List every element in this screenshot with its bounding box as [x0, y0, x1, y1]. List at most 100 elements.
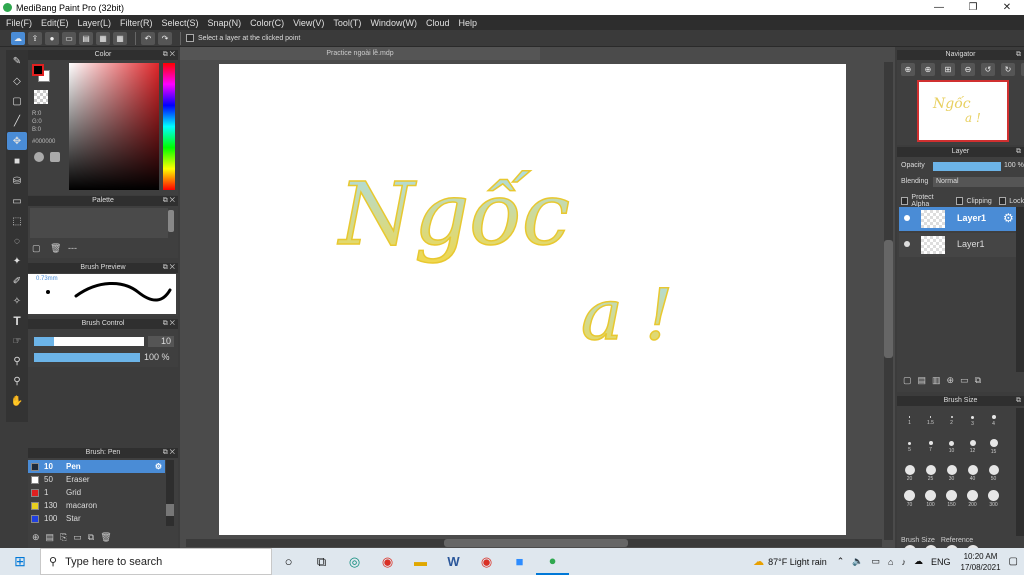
brush-size-cell[interactable]	[941, 512, 962, 538]
tab-reference[interactable]: Reference	[941, 537, 973, 544]
new-halftone-layer-icon[interactable]: ▤	[918, 375, 927, 386]
edge-icon[interactable]: ◎	[338, 548, 371, 575]
lock-checkbox[interactable]	[998, 197, 1007, 205]
brush-size-cell[interactable]: 1.5	[920, 408, 941, 434]
duplicate-icon[interactable]: ⧉	[88, 532, 94, 543]
brush-size-cell[interactable]: 3	[962, 408, 983, 434]
clock[interactable]: 10:20 AM 17/08/2021	[961, 551, 1001, 573]
tab-brush-size[interactable]: Brush Size	[901, 537, 935, 544]
zoom-out-icon[interactable]: ⊖	[961, 63, 975, 76]
menu-help[interactable]: Help	[458, 18, 477, 28]
panel-icon[interactable]: ▭	[62, 31, 76, 45]
canvas-vertical-scrollbar[interactable]	[884, 62, 893, 540]
delete-palette-icon[interactable]: 🗑	[50, 243, 61, 254]
menu-snap[interactable]: Snap(N)	[208, 18, 242, 28]
rectangle-tool-icon[interactable]: ▢	[7, 92, 27, 110]
brush-row[interactable]: 130 macaron	[28, 499, 165, 512]
brush-size-cell[interactable]: 5	[899, 434, 920, 460]
export-icon[interactable]: ⇪	[28, 31, 42, 45]
brush-size-cell[interactable]: 2	[941, 408, 962, 434]
select-pen-icon[interactable]: ✐	[7, 272, 27, 290]
notification-icon[interactable]: ▢	[1009, 556, 1018, 567]
brush-opacity-slider[interactable]	[34, 353, 140, 362]
brush-row[interactable]: 100 Star	[28, 512, 165, 525]
brush-size-cell[interactable]	[899, 512, 920, 538]
brush-size-cell[interactable]: 1	[899, 408, 920, 434]
menu-color[interactable]: Color(C)	[250, 18, 284, 28]
word-icon[interactable]: W	[437, 548, 470, 575]
gradient-tool-icon[interactable]: ▭	[7, 192, 27, 210]
lasso-tool-icon[interactable]: ◌	[7, 232, 27, 250]
new-8bit-layer-icon[interactable]: ▥	[932, 375, 941, 386]
brush-row[interactable]: 1 Grid	[28, 486, 165, 499]
taskbar-search[interactable]: ⚲ Type here to search	[40, 548, 272, 575]
panel-controls-icon[interactable]: ⧉ ✕	[163, 319, 175, 329]
palette-swatch-area[interactable]	[30, 208, 168, 238]
panel-controls-icon[interactable]: ⧉ ✕	[163, 50, 175, 60]
brush-settings-gear-icon[interactable]: ⚙	[155, 462, 162, 471]
color-swatches[interactable]	[32, 64, 50, 82]
duplicate-layer-icon[interactable]: ⧉	[975, 375, 981, 386]
visibility-icon[interactable]	[904, 241, 910, 247]
tray-chevron-icon[interactable]: ⌃	[837, 556, 845, 567]
dropper-tool-icon[interactable]: ⚲	[7, 352, 27, 370]
cloud-icon[interactable]: ☁	[11, 31, 25, 45]
battery-icon[interactable]: ▭	[872, 556, 881, 567]
pen-tool-icon[interactable]: ✎	[7, 52, 27, 70]
panel-controls-icon[interactable]: ⧉ ✕	[163, 263, 175, 273]
brush-size-cell[interactable]: 10	[941, 434, 962, 460]
canvas-paper[interactable]: Ngốc a !	[219, 64, 846, 535]
brush-size-cell[interactable]	[920, 512, 941, 538]
menu-select[interactable]: Select(S)	[162, 18, 199, 28]
onedrive-icon[interactable]: ☁	[914, 556, 923, 567]
menu-layer[interactable]: Layer(L)	[78, 18, 112, 28]
dropper-alt-icon[interactable]: ⚲	[7, 372, 27, 390]
visibility-icon[interactable]	[904, 215, 910, 221]
move-tool-icon[interactable]: ✥	[7, 132, 27, 150]
panel-controls-icon[interactable]: ⧉ ✕	[163, 196, 175, 206]
copy-brush-icon[interactable]: ⎘	[60, 532, 67, 543]
speaker-icon[interactable]: ♪	[901, 557, 906, 567]
canvas-horizontal-scrollbar[interactable]	[186, 539, 882, 547]
brush-size-cell[interactable]: 4	[983, 408, 1004, 434]
layer-row-selected[interactable]: Layer1 ⚙	[899, 207, 1016, 231]
brush-settings-icon[interactable]: ▤	[46, 532, 55, 543]
grid-icon[interactable]: ▦	[96, 31, 110, 45]
hue-slider[interactable]	[163, 63, 175, 190]
layer-opacity-slider[interactable]	[933, 162, 1001, 171]
chrome-icon[interactable]: ◉	[371, 548, 404, 575]
maximize-button[interactable]: ❐	[956, 0, 990, 15]
network-icon[interactable]: ⌂	[888, 557, 893, 567]
panel-controls-icon[interactable]: ⧉	[1016, 396, 1021, 406]
redo-icon[interactable]: ↷	[158, 31, 172, 45]
brush-list-scrollbar[interactable]	[166, 460, 174, 526]
brush-size-cell[interactable]	[983, 512, 1004, 538]
brush-size-cell[interactable]: 200	[962, 486, 983, 512]
brush-size-cell[interactable]: 20	[899, 460, 920, 486]
panel-controls-icon[interactable]: ⧉	[1016, 147, 1021, 157]
folder-icon[interactable]: ▭	[73, 532, 82, 543]
brush-size-cell[interactable]: 50	[983, 460, 1004, 486]
menu-edit[interactable]: Edit(E)	[41, 18, 69, 28]
document-tab[interactable]: Practice ngoài lề.mdp	[180, 47, 540, 60]
palette-menu[interactable]: ---	[68, 243, 77, 253]
menu-filter[interactable]: Filter(R)	[120, 18, 153, 28]
color-wheel-icon[interactable]	[34, 152, 44, 162]
speech-bubble-icon[interactable]: ●	[45, 31, 59, 45]
delete-brush-icon[interactable]: 🗑	[100, 532, 111, 543]
close-button[interactable]: ✕	[990, 0, 1024, 15]
zoom-in-alt-icon[interactable]: ⊕	[921, 63, 935, 76]
minimize-button[interactable]: —	[922, 0, 956, 15]
select-layer-checkbox[interactable]	[186, 34, 194, 42]
layer-row[interactable]: Layer1	[899, 233, 1016, 257]
brush-size-cell[interactable]: 12	[962, 434, 983, 460]
protect-alpha-checkbox[interactable]	[901, 197, 909, 205]
add-layer-menu-icon[interactable]: ⊕	[947, 375, 955, 386]
transparent-color-icon[interactable]	[34, 90, 48, 104]
brush-size-cell[interactable]: 300	[983, 486, 1004, 512]
hand-tool-icon[interactable]: ✋	[7, 392, 27, 410]
eraser-tool-icon[interactable]: ◇	[7, 72, 27, 90]
select-tool-icon[interactable]: ⬚	[7, 212, 27, 230]
menu-view[interactable]: View(V)	[293, 18, 324, 28]
bucket-tool-icon[interactable]: ⛁	[7, 172, 27, 190]
